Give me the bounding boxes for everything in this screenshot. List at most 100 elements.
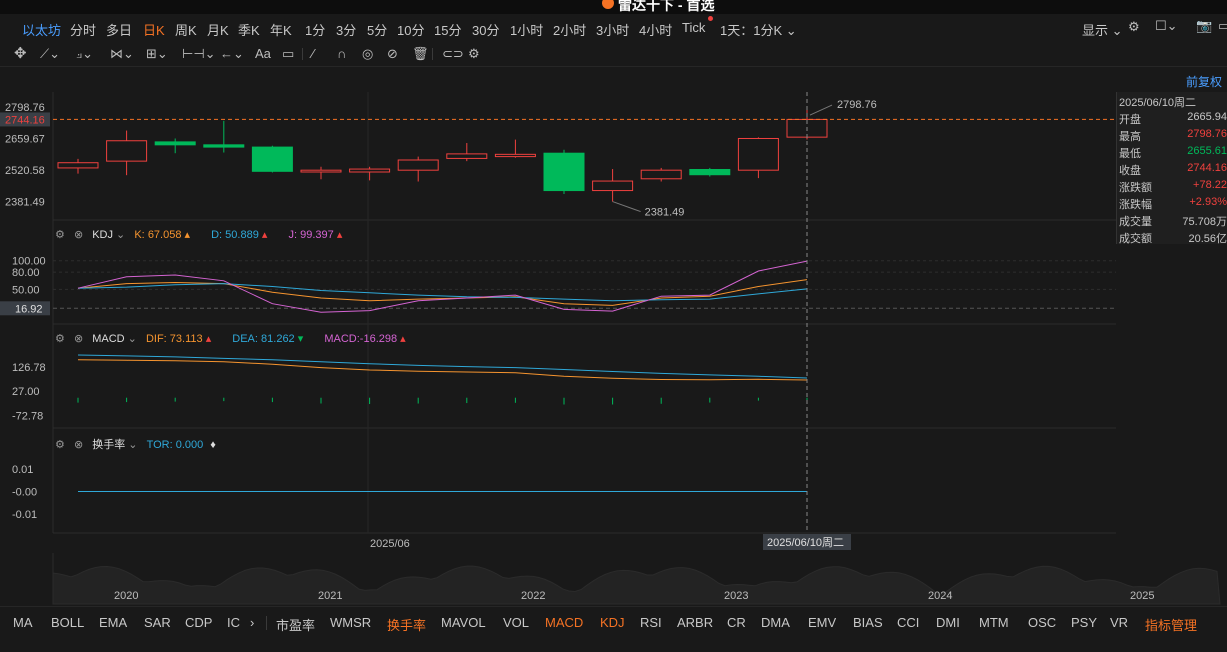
- period-4[interactable]: 月K: [207, 20, 229, 39]
- adjust-button[interactable]: 前复权: [1186, 73, 1222, 90]
- tor-header: ⚙ ⊗ 换手率 ⌄ TOR: 0.000 ♦: [55, 439, 216, 451]
- period-0[interactable]: 分时: [70, 20, 96, 39]
- indicator-1[interactable]: BOLL: [51, 615, 84, 630]
- settings-icon[interactable]: ⚙: [1128, 19, 1140, 35]
- indicator-9[interactable]: MAVOL: [441, 615, 486, 630]
- eye-icon[interactable]: ◎: [362, 46, 373, 62]
- price-tick: 2520.58: [5, 165, 45, 177]
- period-17[interactable]: Tick: [682, 20, 705, 35]
- indicator-19[interactable]: CCI: [897, 615, 919, 630]
- more-icon[interactable]: ▭: [1218, 18, 1227, 34]
- wave-icon[interactable]: ⋈⌄: [110, 46, 134, 62]
- indicator-24[interactable]: VR: [1110, 615, 1128, 630]
- text-icon[interactable]: Aa: [255, 46, 271, 61]
- indicator-20[interactable]: DMI: [936, 615, 960, 630]
- indicator-13[interactable]: RSI: [640, 615, 662, 630]
- candle-body: [154, 141, 196, 146]
- indicator-2[interactable]: EMA: [99, 615, 127, 630]
- period-13[interactable]: 1小时: [510, 20, 543, 39]
- period-11[interactable]: 15分: [434, 20, 461, 39]
- price-tick: 2798.76: [5, 102, 45, 114]
- cursor-date-label: 2025/06/10周二: [767, 536, 844, 549]
- line-icon[interactable]: ⟋⌄: [40, 46, 60, 62]
- indicator-7[interactable]: WMSR: [330, 615, 371, 630]
- macd-name[interactable]: MACD: [92, 333, 124, 345]
- candle-body: [543, 152, 585, 192]
- symbol-label[interactable]: 以太坊: [22, 20, 61, 39]
- indicator-8[interactable]: 换手率: [387, 615, 426, 634]
- kdj-header: ⚙ ⊗ KDJ ⌄ K: 67.058 ▴ D: 50.889 ▴ J: 99.…: [55, 229, 343, 241]
- candle-body: [494, 153, 536, 158]
- axis-tick: 100.00: [12, 256, 46, 268]
- indicator-17[interactable]: EMV: [808, 615, 836, 630]
- macd-dif-label: DIF:: [145, 333, 167, 345]
- indicator-3[interactable]: SAR: [144, 615, 171, 630]
- measure-icon[interactable]: ⊢⊣⌄: [182, 46, 216, 62]
- series-line-dif: [77, 359, 808, 381]
- layout-icon[interactable]: ☐⌄: [1155, 18, 1178, 34]
- camera-icon[interactable]: 📷: [1196, 18, 1212, 34]
- move-icon[interactable]: ✥: [14, 44, 27, 62]
- indicator-14[interactable]: ARBR: [677, 615, 713, 630]
- info-date: 2025/06/10周二: [1119, 97, 1197, 109]
- display-menu[interactable]: 显示 ⌄: [1082, 20, 1123, 39]
- settings-icon[interactable]: ⚙: [55, 229, 65, 241]
- axis-tick: 126.78: [12, 362, 46, 374]
- indicator-22[interactable]: OSC: [1028, 615, 1056, 630]
- period-7[interactable]: 1分: [305, 20, 325, 39]
- scroll-right-icon[interactable]: ›: [250, 615, 254, 630]
- link-icon[interactable]: ⊂⊃: [442, 46, 464, 62]
- arrow-icon[interactable]: ←⌄: [220, 46, 244, 62]
- period-14[interactable]: 2小时: [553, 20, 586, 39]
- indicator-12[interactable]: KDJ: [600, 615, 625, 630]
- settings-icon[interactable]: ⚙: [468, 46, 480, 62]
- settings-icon[interactable]: ⚙: [55, 333, 65, 345]
- candle: [349, 166, 391, 181]
- period-8[interactable]: 3分: [336, 20, 356, 39]
- indicator-21[interactable]: MTM: [979, 615, 1009, 630]
- overview-year: 2020: [114, 590, 138, 602]
- indicator-18[interactable]: BIAS: [853, 615, 883, 630]
- settings-icon[interactable]: ⚙: [55, 439, 65, 451]
- sync-period-select[interactable]: 1天：1分K ⌄: [720, 20, 797, 39]
- candle: [640, 167, 682, 182]
- period-12[interactable]: 30分: [472, 20, 499, 39]
- indicator-16[interactable]: DMA: [761, 615, 790, 630]
- hide-icon[interactable]: ⊘: [387, 46, 398, 62]
- candle: [446, 143, 488, 162]
- overview-year: 2022: [521, 590, 545, 602]
- indicator-10[interactable]: VOL: [503, 615, 529, 630]
- kdj-name[interactable]: KDJ: [92, 229, 113, 241]
- magnet-icon[interactable]: ∩: [337, 46, 346, 61]
- close-icon[interactable]: ⊗: [74, 439, 83, 451]
- pen-icon[interactable]: ∕: [312, 46, 314, 61]
- trend-icon[interactable]: ⟓⌄: [76, 46, 93, 62]
- indicator-25[interactable]: 指标管理: [1145, 615, 1197, 634]
- period-6[interactable]: 年K: [270, 20, 292, 39]
- candle: [154, 138, 196, 154]
- indicator-0[interactable]: MA: [13, 615, 33, 630]
- close-icon[interactable]: ⊗: [74, 333, 83, 345]
- indicator-23[interactable]: PSY: [1071, 615, 1097, 630]
- period-10[interactable]: 10分: [397, 20, 424, 39]
- period-15[interactable]: 3小时: [596, 20, 629, 39]
- delete-icon[interactable]: 🗑: [412, 46, 429, 62]
- fib-icon[interactable]: ⊞⌄: [146, 46, 168, 62]
- indicator-15[interactable]: CR: [727, 615, 746, 630]
- period-9[interactable]: 5分: [367, 20, 387, 39]
- indicator-6[interactable]: 市盈率: [276, 615, 315, 634]
- period-5[interactable]: 季K: [238, 20, 260, 39]
- tor-name[interactable]: 换手率: [92, 439, 125, 451]
- info-row: 涨跌额 +78.22: [1119, 179, 1227, 196]
- period-3[interactable]: 周K: [175, 20, 197, 39]
- period-16[interactable]: 4小时: [639, 20, 672, 39]
- period-1[interactable]: 多日: [106, 20, 132, 39]
- notification-dot: [708, 16, 713, 21]
- comment-icon[interactable]: ▭: [282, 46, 294, 62]
- indicator-4[interactable]: CDP: [185, 615, 212, 630]
- close-icon[interactable]: ⊗: [74, 229, 83, 241]
- indicator-5[interactable]: IC: [227, 615, 240, 630]
- kdj-j-value: 99.397: [300, 229, 334, 241]
- period-2[interactable]: 日K: [143, 20, 165, 39]
- indicator-11[interactable]: MACD: [545, 615, 583, 630]
